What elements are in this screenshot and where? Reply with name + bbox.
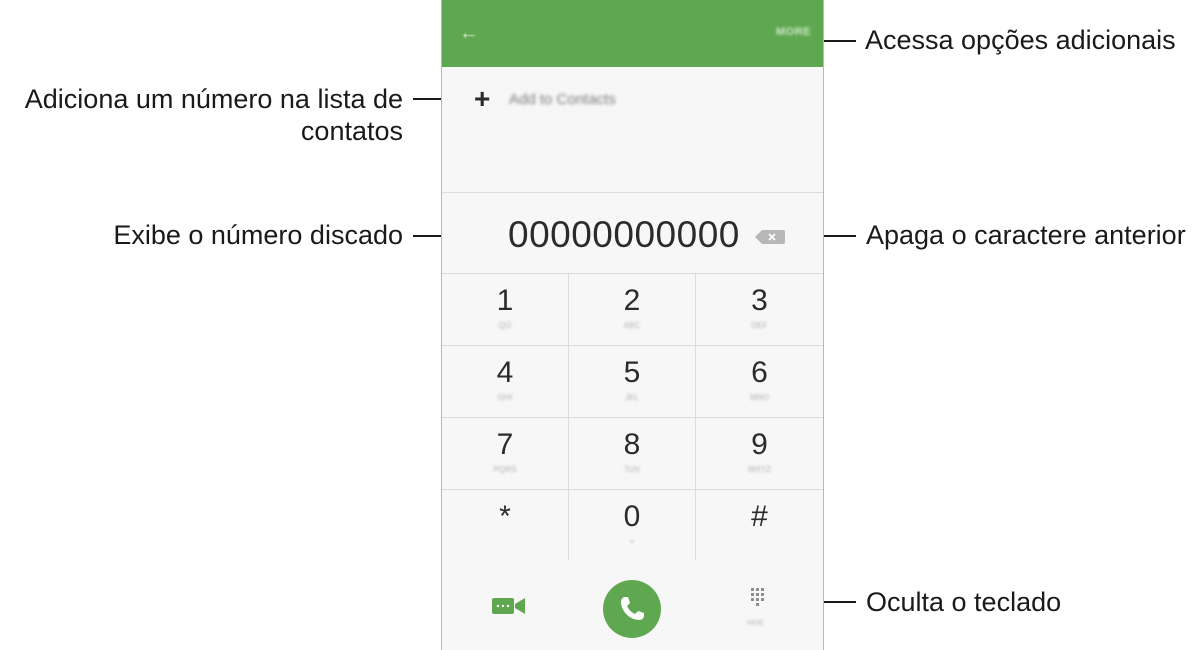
dial-key-hash[interactable]: # [696,490,823,562]
arrow-left-icon[interactable]: ← [458,22,480,44]
dial-key-letters: JKL [625,393,639,402]
dial-key-letters: + [629,537,635,546]
dial-key-digit: 8 [623,428,641,461]
video-call-icon[interactable] [492,596,526,616]
callout-hide-keypad: Oculta o teclado [866,587,1062,617]
dial-key-9[interactable]: 9 WXYZ [696,418,823,490]
dial-key-letters: WXYZ [747,465,772,474]
dial-key-1[interactable]: 1 QO [442,274,569,346]
dial-key-digit: 9 [751,428,768,461]
dial-key-digit: 3 [751,284,768,317]
dial-key-digit: 0 [623,500,641,533]
callout-dialed-number: Exibe o número discado [113,220,403,250]
callout-add-contact: Adiciona um número na lista de contatos [8,83,403,147]
dial-key-digit: 5 [623,356,641,389]
dial-key-letters: QO [498,321,512,330]
dial-key-star[interactable]: * [442,490,569,562]
dial-key-8[interactable]: 8 TUV [569,418,696,490]
dial-key-digit: 1 [496,284,514,317]
app-header: ← MORE [442,0,823,67]
dial-key-digit: 2 [623,284,641,317]
dial-key-digit: * [499,500,511,533]
phone-icon [621,597,644,620]
dial-key-letters: ABC [623,321,641,330]
dial-key-digit: 6 [751,356,768,389]
phone-dialer-screen: ← MORE + Add to Contacts 00000000000 1 QO… [441,0,824,650]
dial-key-2[interactable]: 2 ABC [569,274,696,346]
dial-keypad: 1 QO 2 ABC 3 DEF 4 GHI 5 JKL 6 MNO 7 PQRS 8 TUV 9 WXYZ * 0 +… [442,273,823,562]
dialed-number-display: 00000000000 [508,214,740,255]
dial-key-letters: MNO [750,393,769,402]
plus-icon[interactable]: + [474,85,490,113]
bottom-action-bar: HIDE [442,560,823,650]
add-to-contacts-row[interactable]: + Add to Contacts [442,67,823,193]
more-button[interactable]: MORE [776,26,811,38]
dial-key-7[interactable]: 7 PQRS [442,418,569,490]
dial-key-letters: PQRS [493,465,517,474]
dial-key-letters: GHI [497,393,513,402]
call-button[interactable] [603,580,661,638]
dial-key-digit: # [751,500,768,533]
dial-key-3[interactable]: 3 DEF [696,274,823,346]
callout-add-contact-line1: Adiciona um número na lista de [24,84,403,114]
hide-keypad-button[interactable]: HIDE [747,588,769,628]
dial-key-0[interactable]: 0 + [569,490,696,562]
keypad-icon [751,588,764,606]
callout-more-options: Acessa opções adicionais [865,25,1176,55]
dial-key-6[interactable]: 6 MNO [696,346,823,418]
callout-add-contact-line2: contatos [300,116,403,146]
dial-key-digit: 4 [496,356,514,389]
dial-key-letters: TUV [624,465,640,474]
backspace-icon[interactable] [755,230,785,244]
hide-keypad-label: HIDE [747,620,764,627]
dial-key-4[interactable]: 4 GHI [442,346,569,418]
dial-key-5[interactable]: 5 JKL [569,346,696,418]
dial-key-digit: 7 [496,428,514,461]
add-to-contacts-label[interactable]: Add to Contacts [509,91,616,108]
dial-key-letters: DEF [751,321,768,330]
callout-backspace: Apaga o caractere anterior [866,220,1186,250]
